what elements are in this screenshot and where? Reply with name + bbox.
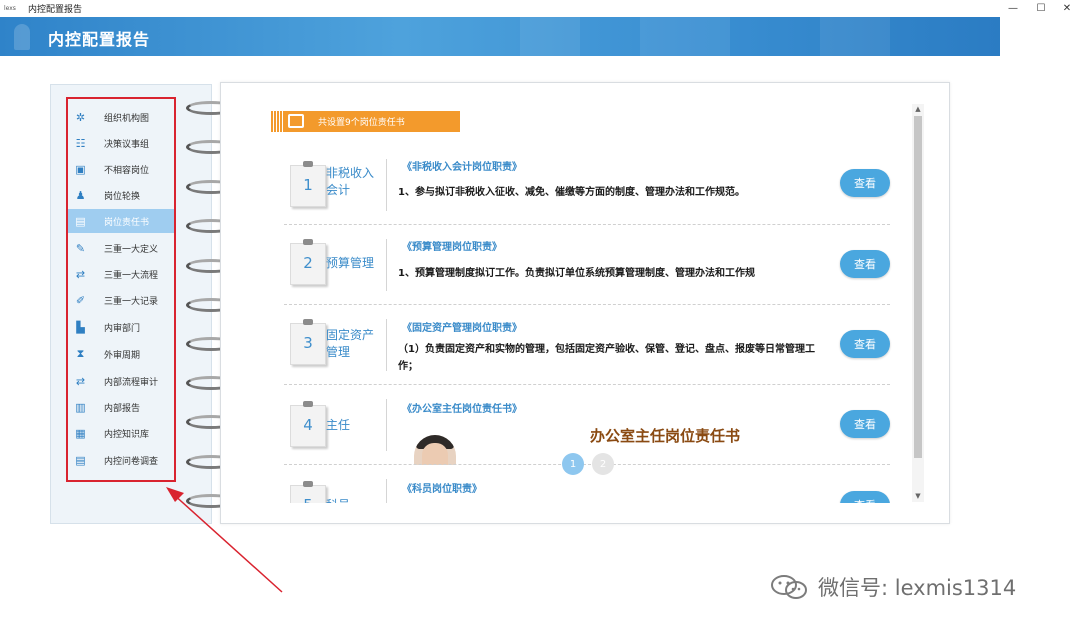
annotation-arrow [166, 487, 283, 593]
wechat-icon [770, 573, 810, 601]
arrow-shaft [171, 492, 283, 593]
watermark-text: 微信号: lexmis1314 [818, 576, 1017, 600]
arrow-head [166, 487, 184, 502]
watermark: 微信号: lexmis1314 [770, 572, 1016, 602]
